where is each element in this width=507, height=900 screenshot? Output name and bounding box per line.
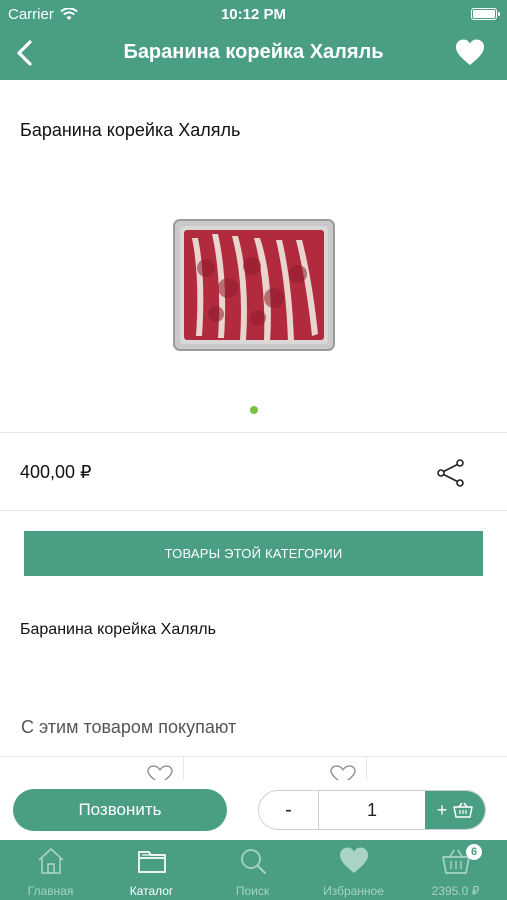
category-products-button[interactable]: ТОВАРЫ ЭТОЙ КАТЕГОРИИ xyxy=(24,531,483,576)
related-product-card[interactable] xyxy=(184,757,367,782)
tab-label: Главная xyxy=(27,884,74,898)
tab-bar: Главная Каталог Поиск Избранное 6 2395.0… xyxy=(0,840,507,900)
product-title: Баранина корейка Халяль xyxy=(20,120,241,140)
related-heading: С этим товаром покупают xyxy=(21,717,237,737)
tab-label: Поиск xyxy=(235,884,270,898)
tab-label: Каталог xyxy=(129,884,174,898)
home-icon xyxy=(37,847,64,874)
quantity-value[interactable]: 1 xyxy=(319,791,425,829)
header: Carrier 10:12 PM Баранина корейка Халяль xyxy=(0,0,507,80)
nav-bar: Баранина корейка Халяль xyxy=(0,28,507,80)
cart-count-badge: 6 xyxy=(466,844,482,860)
page-title: Баранина корейка Халяль xyxy=(123,41,384,63)
clock: 10:12 PM xyxy=(220,6,287,23)
back-chevron-icon[interactable] xyxy=(10,38,40,68)
tab-favorites[interactable]: Избранное xyxy=(303,840,404,900)
battery-icon xyxy=(471,8,500,20)
status-bar: Carrier 10:12 PM xyxy=(0,0,507,28)
call-button[interactable]: Позвонить xyxy=(13,789,227,831)
share-icon[interactable] xyxy=(436,458,466,488)
decrease-quantity-button[interactable]: - xyxy=(259,791,319,829)
related-product-card[interactable] xyxy=(0,757,184,782)
product-image[interactable] xyxy=(172,218,336,352)
related-products-strip xyxy=(0,757,507,782)
image-pager-dot[interactable] xyxy=(250,406,258,414)
catalog-folder-icon xyxy=(137,851,166,873)
product-description: Баранина корейка Халяль xyxy=(20,621,216,638)
basket-icon xyxy=(453,802,473,818)
tab-cart[interactable]: 6 2395.0 ₽ xyxy=(404,840,507,900)
favorite-heart-icon[interactable] xyxy=(455,38,485,68)
tab-home[interactable]: Главная xyxy=(0,840,101,900)
tab-search[interactable]: Поиск xyxy=(202,840,303,900)
cart-total-label: 2395.0 ₽ xyxy=(431,884,480,898)
divider xyxy=(0,510,507,511)
search-icon xyxy=(240,849,266,874)
tab-catalog[interactable]: Каталог xyxy=(101,840,202,900)
divider xyxy=(0,432,507,433)
heart-icon xyxy=(339,847,368,873)
tab-label: Избранное xyxy=(323,884,384,898)
product-price: 400,00 ₽ xyxy=(20,462,92,482)
purchase-bar: Позвонить - 1 + xyxy=(0,780,507,840)
quantity-stepper: - 1 + xyxy=(258,790,486,830)
plus-label: + xyxy=(436,799,448,820)
add-to-cart-button[interactable]: + xyxy=(425,791,485,829)
